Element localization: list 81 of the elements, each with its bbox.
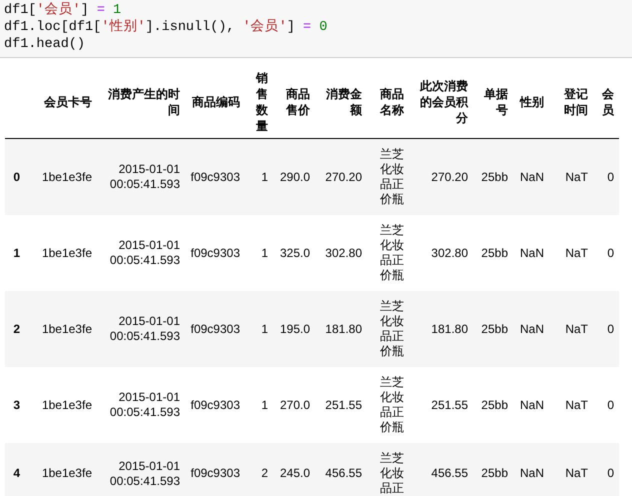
product-name-cell: 兰芝化妆品正价瓶 bbox=[380, 147, 404, 206]
points-cell: 251.55 bbox=[431, 398, 468, 412]
gender-cell: NaN bbox=[520, 466, 544, 480]
column-header: 消费金额 bbox=[326, 87, 362, 117]
column-header: 单据号 bbox=[484, 87, 508, 117]
product-name-cell: 兰芝化妆品正价瓶 bbox=[380, 223, 404, 282]
amount-cell: 302.80 bbox=[325, 246, 362, 260]
column-header: 销售数量 bbox=[256, 71, 268, 133]
price-cell: 270.0 bbox=[280, 398, 310, 412]
points-cell: 302.80 bbox=[431, 246, 468, 260]
price-cell: 245.0 bbox=[280, 466, 310, 480]
member-card-cell: 1be1e3fe bbox=[42, 170, 92, 184]
row-index: 2 bbox=[13, 322, 20, 336]
member-card-cell: 1be1e3fe bbox=[42, 246, 92, 260]
register-time-cell: NaT bbox=[565, 466, 588, 480]
points-cell: 270.20 bbox=[431, 170, 468, 184]
column-header: 会员 bbox=[602, 87, 614, 117]
product-name-cell: 兰芝化妆品正价瓶 bbox=[380, 299, 404, 358]
product-code-cell: f09c9303 bbox=[190, 322, 240, 336]
timestamp-cell: 2015-01-01 00:05:41.593 bbox=[110, 238, 180, 267]
code-cell[interactable]: df1['会员'] = 1 df1.loc[df1['性别'].isnull(), '会员'] = 0 df1.head() bbox=[0, 0, 632, 58]
gender-cell: NaN bbox=[520, 246, 544, 260]
amount-cell: 181.80 bbox=[325, 322, 362, 336]
receipt-cell: 25bb bbox=[481, 246, 508, 260]
timestamp-cell: 2015-01-01 00:05:41.593 bbox=[110, 162, 180, 191]
code-line: df1['会员'] = 1 bbox=[4, 2, 122, 19]
receipt-cell: 25bb bbox=[481, 398, 508, 412]
product-name-cell: 兰芝化妆品正价瓶 bbox=[380, 375, 404, 434]
receipt-cell: 25bb bbox=[481, 170, 508, 184]
amount-cell: 251.55 bbox=[325, 398, 362, 412]
gender-cell: NaN bbox=[520, 170, 544, 184]
price-cell: 195.0 bbox=[280, 322, 310, 336]
product-code-cell: f09c9303 bbox=[190, 466, 240, 480]
register-time-cell: NaT bbox=[565, 170, 588, 184]
quantity-cell: 1 bbox=[261, 398, 268, 412]
quantity-cell: 1 bbox=[261, 170, 268, 184]
register-time-cell: NaT bbox=[565, 246, 588, 260]
column-header: 商品编码 bbox=[192, 95, 240, 109]
gender-cell: NaN bbox=[520, 398, 544, 412]
product-code-cell: f09c9303 bbox=[190, 246, 240, 260]
row-index: 0 bbox=[13, 170, 20, 184]
register-time-cell: NaT bbox=[565, 398, 588, 412]
member-cell: 0 bbox=[607, 398, 614, 412]
column-header: 登记时间 bbox=[564, 87, 588, 117]
quantity-cell: 2 bbox=[261, 466, 268, 480]
price-cell: 325.0 bbox=[280, 246, 310, 260]
code-line: df1.loc[df1['性别'].isnull(), '会员'] = 0 bbox=[4, 19, 328, 36]
receipt-cell: 25bb bbox=[481, 466, 508, 480]
column-header: 商品售价 bbox=[286, 87, 310, 117]
member-cell: 0 bbox=[607, 246, 614, 260]
column-header: 会员卡号 bbox=[44, 95, 92, 109]
register-time-cell: NaT bbox=[565, 322, 588, 336]
gender-cell: NaN bbox=[520, 322, 544, 336]
column-header: 商品名称 bbox=[380, 87, 404, 117]
member-card-cell: 1be1e3fe bbox=[42, 466, 92, 480]
column-header: 消费产生的时间 bbox=[108, 87, 180, 117]
row-index: 1 bbox=[13, 246, 20, 260]
points-cell: 456.55 bbox=[431, 466, 468, 480]
quantity-cell: 1 bbox=[261, 246, 268, 260]
product-name-cell: 兰芝化妆品正 bbox=[380, 451, 404, 495]
product-code-cell: f09c9303 bbox=[190, 398, 240, 412]
row-index: 4 bbox=[13, 466, 20, 480]
amount-cell: 270.20 bbox=[325, 170, 362, 184]
member-card-cell: 1be1e3fe bbox=[42, 398, 92, 412]
amount-cell: 456.55 bbox=[325, 466, 362, 480]
column-header: 性别 bbox=[520, 95, 544, 109]
member-cell: 0 bbox=[607, 322, 614, 336]
timestamp-cell: 2015-01-01 00:05:41.593 bbox=[110, 390, 180, 419]
column-header: 此次消费的会员积分 bbox=[420, 79, 468, 125]
receipt-cell: 25bb bbox=[481, 322, 508, 336]
member-card-cell: 1be1e3fe bbox=[42, 322, 92, 336]
timestamp-cell: 2015-01-01 00:05:41.593 bbox=[110, 458, 180, 488]
timestamp-cell: 2015-01-01 00:05:41.593 bbox=[110, 314, 180, 343]
price-cell: 290.0 bbox=[280, 170, 310, 184]
quantity-cell: 1 bbox=[261, 322, 268, 336]
row-index: 3 bbox=[13, 398, 20, 412]
points-cell: 181.80 bbox=[431, 322, 468, 336]
code-line: df1.head() bbox=[4, 36, 86, 53]
product-code-cell: f09c9303 bbox=[190, 170, 240, 184]
member-cell: 0 bbox=[607, 466, 614, 480]
member-cell: 0 bbox=[607, 170, 614, 184]
